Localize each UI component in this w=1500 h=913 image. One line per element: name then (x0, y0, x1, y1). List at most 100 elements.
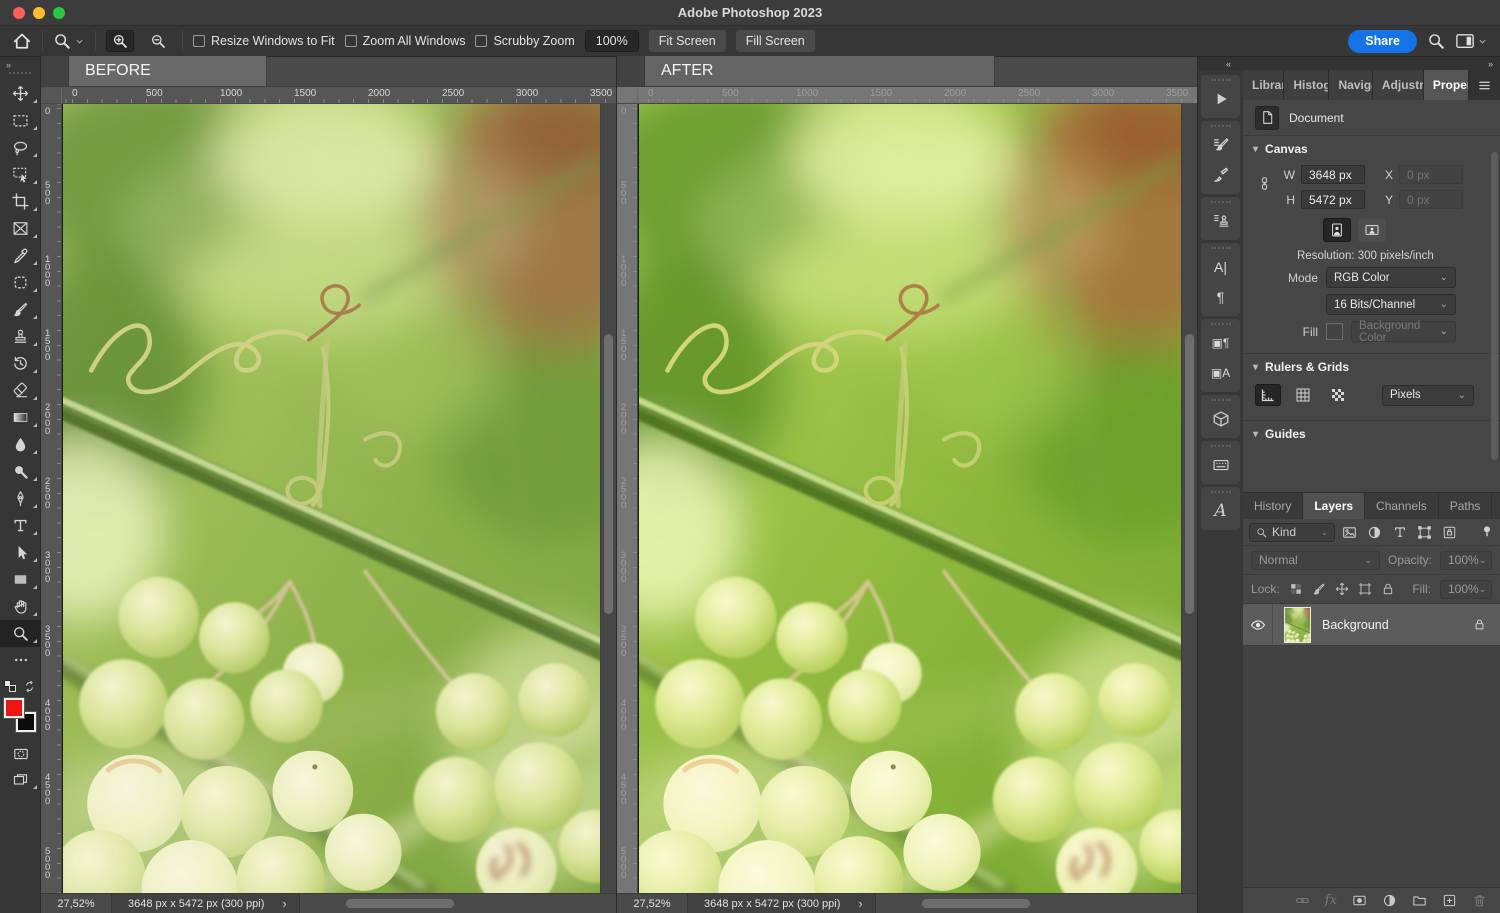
canvas-before[interactable] (62, 104, 600, 893)
link-dimensions-icon[interactable] (1257, 176, 1272, 191)
close-window-button[interactable] (13, 7, 25, 19)
panel-icon-character[interactable]: A| (1201, 252, 1240, 282)
ruler-units-dropdown[interactable]: Pixels ⌄ (1382, 385, 1474, 406)
panel-icon-modifier-keys[interactable] (1201, 450, 1240, 480)
resize-windows-checkbox[interactable]: Resize Windows to Fit (193, 34, 335, 48)
bit-depth-dropdown[interactable]: 16 Bits/Channel ⌄ (1326, 294, 1456, 315)
panel-icon-paragraph-styles[interactable]: ▣¶ (1201, 328, 1240, 358)
tab-paths[interactable]: Paths (1439, 493, 1493, 519)
screen-mode-button[interactable] (0, 767, 41, 793)
lock-artboard-button[interactable] (1358, 582, 1372, 596)
filter-smart-objects-button[interactable] (1439, 523, 1460, 541)
guides-section-header[interactable]: ▾ Guides (1243, 421, 1500, 447)
canvas-section-header[interactable]: ▾ Canvas (1243, 136, 1500, 162)
tool-clone-stamp[interactable] (0, 323, 41, 350)
zoom-all-windows-checkbox[interactable]: Zoom All Windows (345, 34, 466, 48)
panel-grip[interactable] (1211, 247, 1231, 249)
document-tab-before[interactable]: BEFORE (69, 56, 267, 86)
tool-zoom[interactable] (0, 620, 41, 647)
tab-history[interactable]: History (1243, 493, 1303, 519)
color-mode-dropdown[interactable]: RGB Color ⌄ (1326, 267, 1456, 288)
tool-brush[interactable] (0, 296, 41, 323)
layer-filtering-toggle[interactable] (1480, 524, 1494, 540)
edit-toolbar-button[interactable] (0, 647, 41, 673)
filter-kind-dropdown[interactable]: Kind ⌄ (1249, 523, 1335, 542)
tool-hand[interactable] (0, 593, 41, 620)
panel-grip[interactable] (1211, 445, 1231, 447)
filter-shape-layers-button[interactable] (1414, 523, 1435, 541)
zoom-window-button[interactable] (53, 7, 65, 19)
tool-history-brush[interactable] (0, 350, 41, 377)
tool-path-selection[interactable] (0, 539, 41, 566)
tool-healing-brush[interactable] (0, 269, 41, 296)
tab-properties[interactable]: Properties (1424, 70, 1469, 100)
tool-rectangle-shape[interactable] (0, 566, 41, 593)
fill-screen-button[interactable]: Fill Screen (736, 30, 815, 52)
tool-rectangular-marquee[interactable] (0, 107, 41, 134)
lock-pixels-button[interactable] (1312, 582, 1326, 596)
tool-lasso[interactable] (0, 134, 41, 161)
tool-frame[interactable] (0, 215, 41, 242)
delete-layer-button[interactable] (1472, 893, 1487, 908)
panel-grip[interactable] (1211, 125, 1231, 127)
panel-grip[interactable] (1211, 323, 1231, 325)
horizontal-scrollbar[interactable] (300, 894, 616, 913)
new-group-button[interactable] (1412, 893, 1427, 908)
panel-icon-character-styles[interactable]: ▣A (1201, 358, 1240, 388)
tool-pen[interactable] (0, 485, 41, 512)
horizontal-ruler[interactable]: 0500100015002000250030003500 (638, 87, 1197, 104)
lock-all-button[interactable] (1381, 582, 1395, 596)
vertical-scrollbar-thumb[interactable] (1185, 334, 1194, 614)
new-adjustment-layer-button[interactable] (1382, 893, 1397, 908)
zoom-in-button[interactable] (106, 30, 134, 52)
scrubby-zoom-checkbox[interactable]: Scrubby Zoom (475, 34, 574, 48)
layer-row-background[interactable]: Background (1243, 604, 1500, 646)
width-input[interactable]: 3648 px (1301, 165, 1365, 184)
layers-menu-button[interactable] (1492, 493, 1500, 519)
tab-navigator[interactable]: Navigator (1329, 70, 1372, 100)
add-layer-mask-button[interactable] (1352, 893, 1367, 908)
tab-libraries[interactable]: Libraries (1243, 70, 1284, 100)
rulers-grids-section-header[interactable]: ▾ Rulers & Grids (1243, 354, 1500, 380)
horizontal-scrollbar-thumb[interactable] (922, 899, 1030, 908)
layer-name[interactable]: Background (1322, 618, 1389, 632)
toggle-rulers-button[interactable] (1255, 384, 1281, 406)
tool-move[interactable] (0, 80, 41, 107)
tool-eyedropper[interactable] (0, 242, 41, 269)
document-tab-after[interactable]: AFTER (645, 56, 995, 86)
workspace-switcher[interactable] (1455, 31, 1488, 51)
zoom-out-button[interactable] (144, 30, 172, 52)
lock-position-button[interactable] (1335, 582, 1349, 596)
filter-pixel-layers-button[interactable] (1339, 523, 1360, 541)
document-info[interactable]: 3648 px x 5472 px (300 ppi) › (111, 894, 300, 913)
panel-grip[interactable] (1211, 399, 1231, 401)
layer-visibility-toggle[interactable] (1243, 604, 1273, 645)
quick-mask-button[interactable] (0, 741, 41, 767)
search-icon[interactable] (1427, 32, 1445, 50)
collapse-panels-chevrons[interactable]: « (1226, 59, 1230, 69)
swap-colors-icon[interactable] (23, 680, 36, 693)
horizontal-scrollbar-thumb[interactable] (346, 899, 454, 908)
link-layers-button[interactable] (1295, 893, 1310, 908)
tab-layers[interactable]: Layers (1303, 493, 1365, 519)
panel-grip[interactable] (1211, 201, 1231, 203)
filter-type-layers-button[interactable] (1389, 523, 1410, 541)
tab-histogram[interactable]: Histogram (1284, 70, 1329, 100)
status-chevron-icon[interactable]: › (282, 896, 286, 911)
panel-icon-clone-source[interactable] (1201, 206, 1240, 236)
zoom-100-button[interactable]: 100% (585, 30, 639, 52)
zoom-percentage[interactable]: 27,52% (41, 898, 111, 910)
ruler-corner[interactable] (41, 87, 62, 104)
panel-icon-3d[interactable] (1201, 404, 1240, 434)
panel-icon-brush-settings[interactable] (1201, 130, 1240, 160)
share-button[interactable]: Share (1348, 30, 1417, 53)
layer-thumbnail[interactable] (1284, 607, 1311, 643)
tab-adjustments[interactable]: Adjustments (1373, 70, 1424, 100)
tool-dodge[interactable] (0, 458, 41, 485)
horizontal-scrollbar[interactable] (876, 894, 1197, 913)
current-tool-zoom[interactable] (53, 32, 85, 50)
panel-icon-glyphs[interactable]: A (1201, 496, 1240, 526)
panel-icon-brushes[interactable] (1201, 160, 1240, 190)
vertical-scrollbar[interactable] (1181, 104, 1197, 893)
orientation-landscape-button[interactable] (1358, 218, 1386, 242)
